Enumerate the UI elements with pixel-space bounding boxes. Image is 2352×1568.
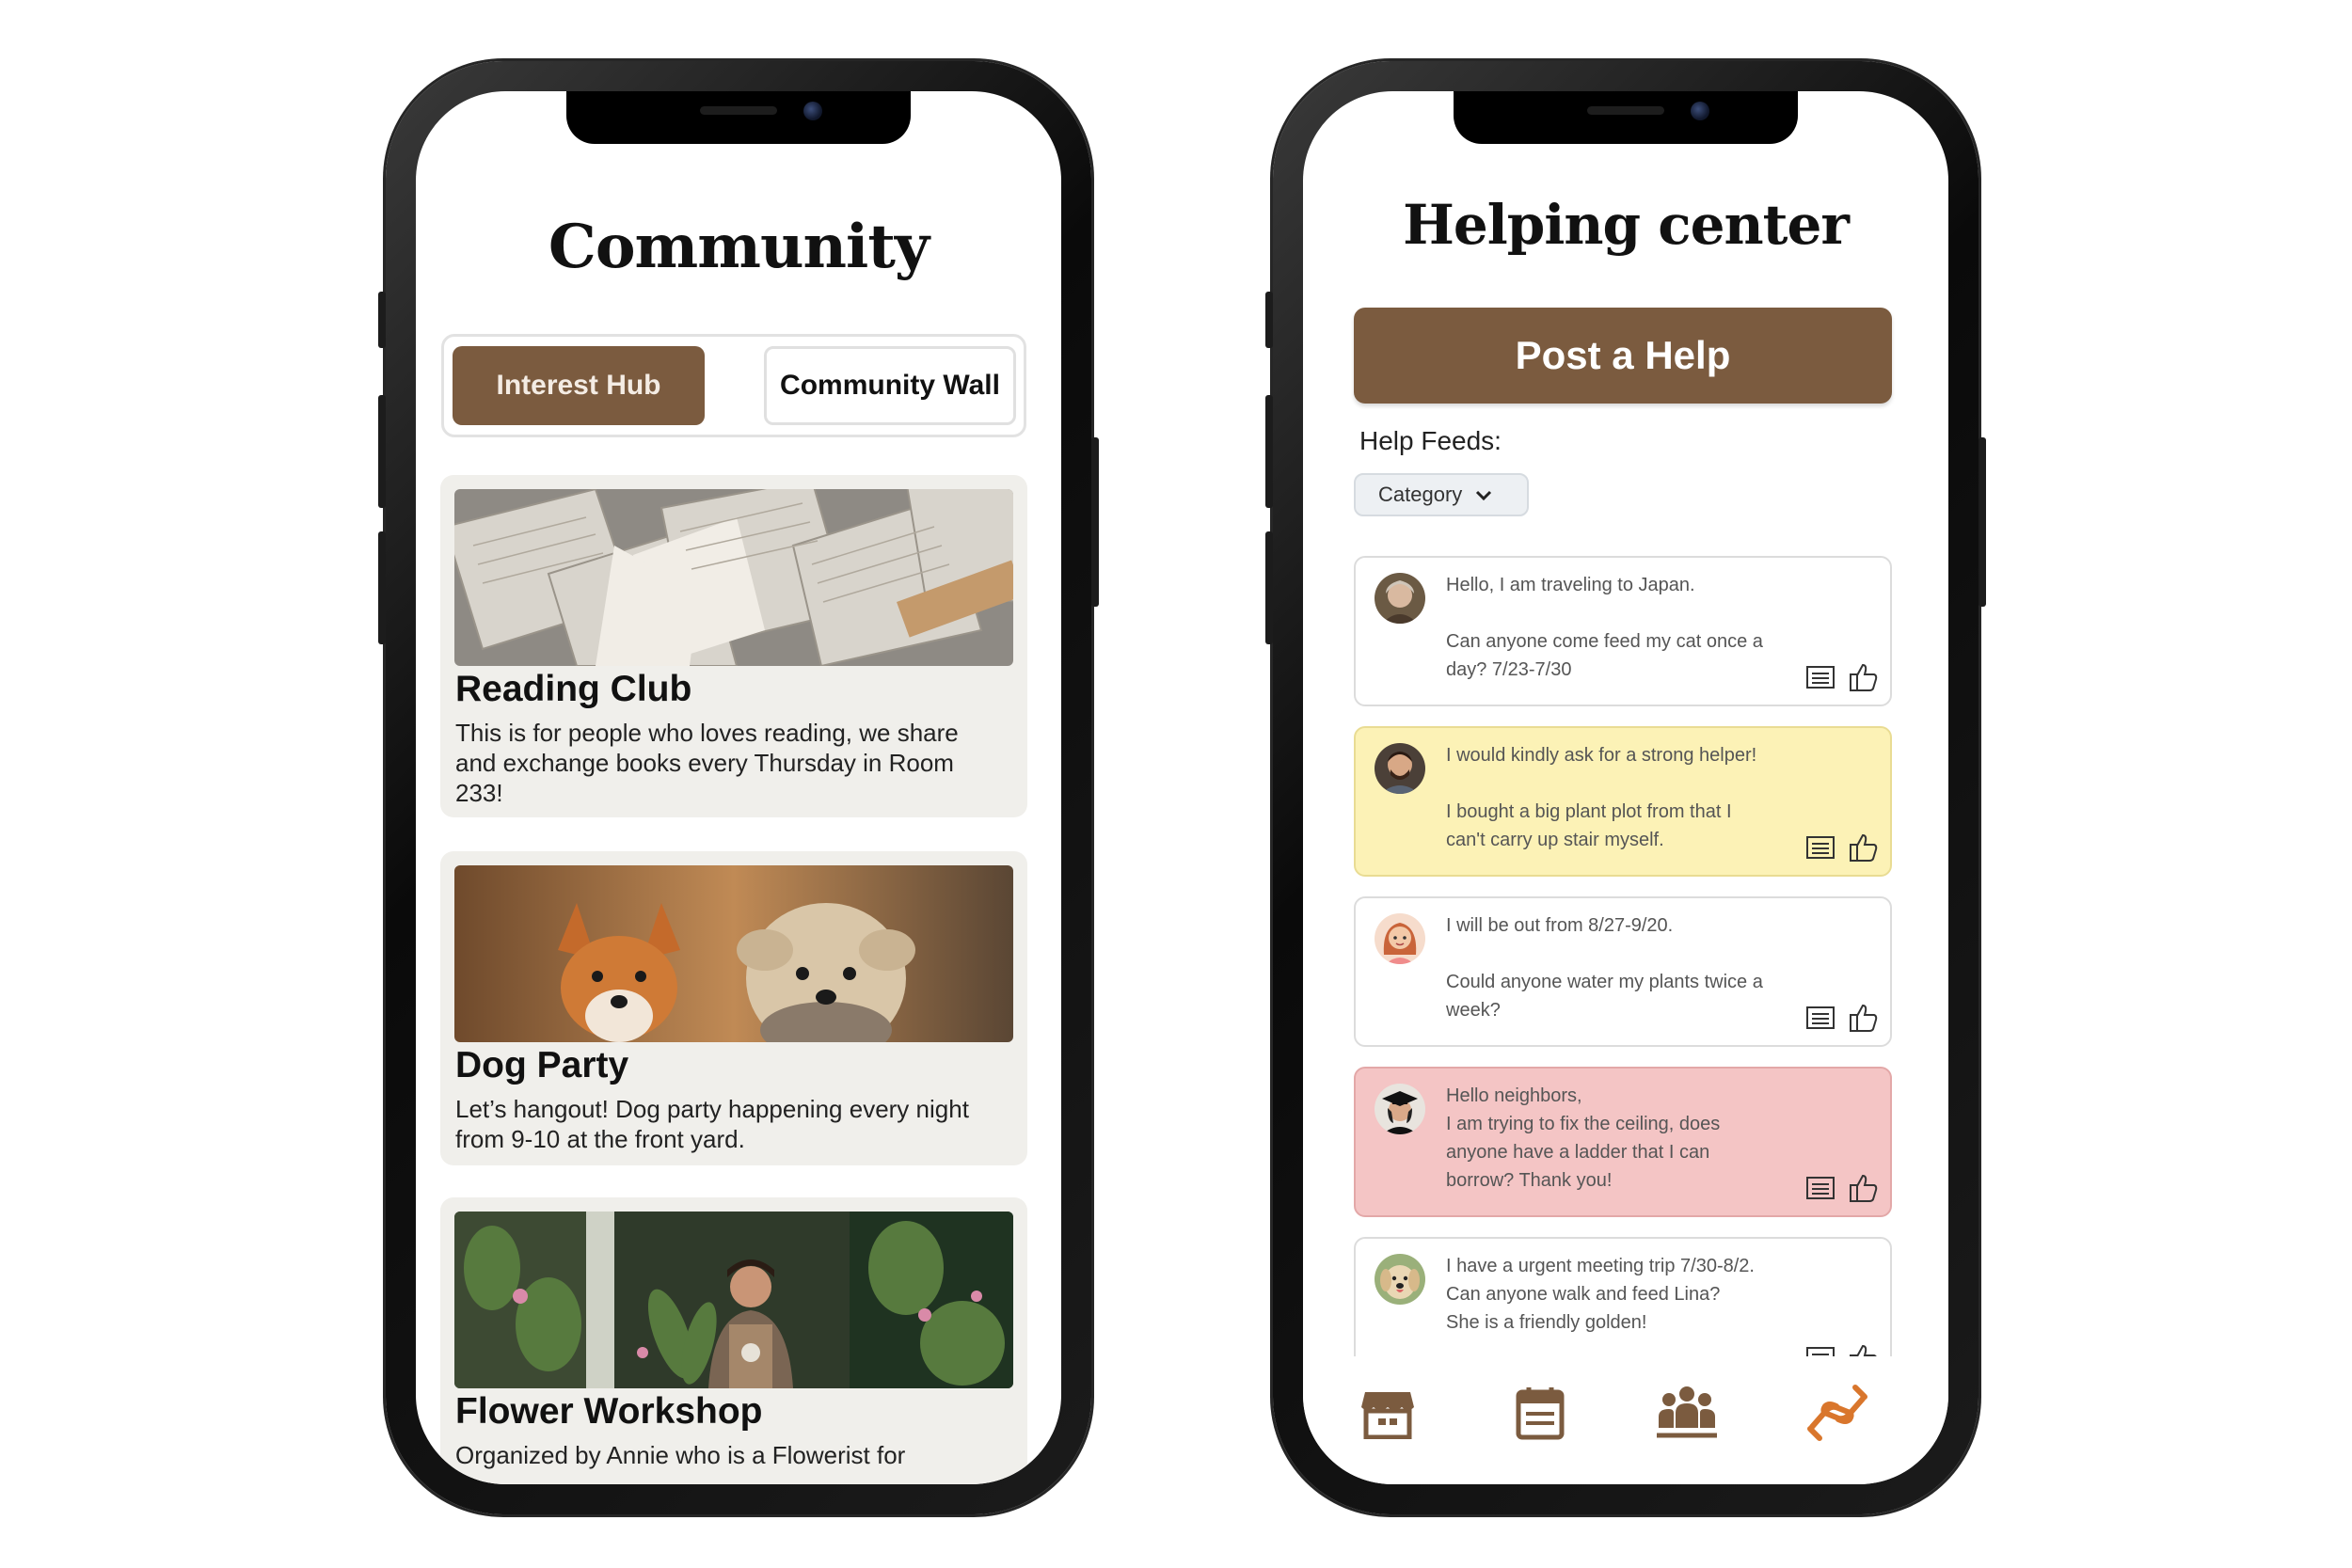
post-a-help-button[interactable]: Post a Help [1354, 308, 1892, 404]
speaker [1587, 106, 1664, 115]
category-filter-dropdown[interactable]: Category [1354, 473, 1529, 516]
notch [1454, 91, 1798, 144]
community-screen: Community Interest Hub Community Wall Re… [416, 91, 1061, 1484]
tab-interest-hub[interactable]: Interest Hub [453, 346, 705, 425]
volume-up-button [378, 395, 386, 508]
bearded-man-avatar [1375, 743, 1425, 794]
florist-photo [454, 1212, 1013, 1388]
nav-calendar[interactable] [1502, 1377, 1578, 1452]
help-post[interactable]: Hello neighbors, I am trying to fix the … [1354, 1067, 1892, 1217]
graduate-avatar [1375, 1084, 1425, 1134]
card-description: This is for people who loves reading, we… [455, 719, 959, 807]
card-title: Reading Club [455, 669, 692, 709]
post-line-4: borrow? Thank you! [1446, 1170, 1613, 1191]
volume-down-button [378, 531, 386, 644]
notch [566, 91, 911, 144]
tab-community-wall[interactable]: Community Wall [764, 346, 1016, 425]
post-line-1: I have a urgent meeting trip 7/30-8/2. [1446, 1256, 1755, 1276]
front-camera [1691, 102, 1709, 120]
help-post[interactable]: I will be out from 8/27-9/20. Could anyo… [1354, 896, 1892, 1047]
post-line-3: anyone have a ladder that I can [1446, 1142, 1710, 1163]
power-button [1091, 437, 1099, 607]
mute-switch [1265, 292, 1273, 348]
post-line-2: I bought a big plant plot from that I [1446, 801, 1732, 822]
post-line-2: Could anyone water my plants twice a [1446, 972, 1763, 992]
thumbs-up-icon[interactable] [1849, 1003, 1879, 1037]
post-line-3: week? [1446, 1000, 1501, 1021]
post-line-2: Can anyone walk and feed Lina? [1446, 1284, 1721, 1305]
help-feeds-label: Help Feeds: [1359, 426, 1502, 455]
interest-card-dog-party[interactable]: Dog Party Let’s hangout! Dog party happe… [440, 851, 1027, 1165]
front-camera [803, 102, 822, 120]
comment-icon[interactable] [1805, 664, 1836, 697]
card-description: Organized by Annie who is a Flowerist fo… [455, 1441, 906, 1469]
post-line-3: can't carry up stair myself. [1446, 830, 1664, 850]
calendar-icon [1515, 1386, 1565, 1445]
interest-card-flower-workshop[interactable]: Flower Workshop Organized by Annie who i… [440, 1197, 1027, 1484]
post-line-1: I will be out from 8/27-9/20. [1446, 915, 1674, 936]
comment-icon[interactable] [1805, 1175, 1836, 1208]
nav-community[interactable] [1649, 1377, 1724, 1452]
comment-icon[interactable] [1805, 834, 1836, 867]
post-line-2: I am trying to fix the ceiling, does [1446, 1114, 1721, 1134]
post-line-3: She is a friendly golden! [1446, 1312, 1647, 1333]
thumbs-up-icon[interactable] [1849, 832, 1879, 867]
post-line-1: Hello neighbors, [1446, 1085, 1582, 1106]
post-line-1: Hello, I am traveling to Japan. [1446, 575, 1695, 595]
nav-helping[interactable] [1800, 1377, 1875, 1452]
page-title: Community [548, 212, 930, 282]
chevron-down-icon [1475, 483, 1492, 507]
phone-frame-helping-center: Helping center Post a Help Help Feeds: C… [1265, 61, 1986, 1514]
mute-switch [378, 292, 386, 348]
thumbs-up-icon[interactable] [1849, 662, 1879, 697]
speaker [700, 106, 777, 115]
page-title: Helping center [1403, 193, 1850, 257]
helping-hand-icon [1806, 1384, 1868, 1447]
two-dogs-photo [454, 865, 1013, 1042]
nav-store[interactable] [1350, 1377, 1425, 1452]
helping-center-screen: Helping center Post a Help Help Feeds: C… [1303, 91, 1948, 1484]
post-line-3: day? 7/23-7/30 [1446, 659, 1572, 680]
help-post[interactable]: I would kindly ask for a strong helper! … [1354, 726, 1892, 877]
volume-up-button [1265, 395, 1273, 508]
category-filter-label: Category [1378, 483, 1463, 506]
phone-frame-community: Community Interest Hub Community Wall Re… [378, 61, 1099, 1514]
tab-switcher: Interest Hub Community Wall [441, 334, 1026, 437]
card-description: Let’s hangout! Dog party happening every… [455, 1095, 969, 1153]
thumbs-up-icon[interactable] [1849, 1173, 1879, 1208]
power-button [1979, 437, 1986, 607]
elderly-woman-avatar [1375, 573, 1425, 624]
bottom-navigation [1303, 1356, 1948, 1484]
store-icon [1359, 1386, 1416, 1444]
community-group-icon [1655, 1385, 1719, 1446]
help-post[interactable]: Hello, I am traveling to Japan. Can anyo… [1354, 556, 1892, 706]
comment-icon[interactable] [1805, 1005, 1836, 1037]
volume-down-button [1265, 531, 1273, 644]
red-hair-girl-avatar [1375, 913, 1425, 964]
card-title: Dog Party [455, 1045, 629, 1085]
post-line-1: I would kindly ask for a strong helper! [1446, 745, 1757, 766]
card-title: Flower Workshop [455, 1391, 763, 1432]
golden-dog-avatar [1375, 1254, 1425, 1305]
open-books-photo [454, 489, 1013, 666]
post-line-2: Can anyone come feed my cat once a [1446, 631, 1763, 652]
interest-card-reading-club[interactable]: Reading Club This is for people who love… [440, 475, 1027, 817]
